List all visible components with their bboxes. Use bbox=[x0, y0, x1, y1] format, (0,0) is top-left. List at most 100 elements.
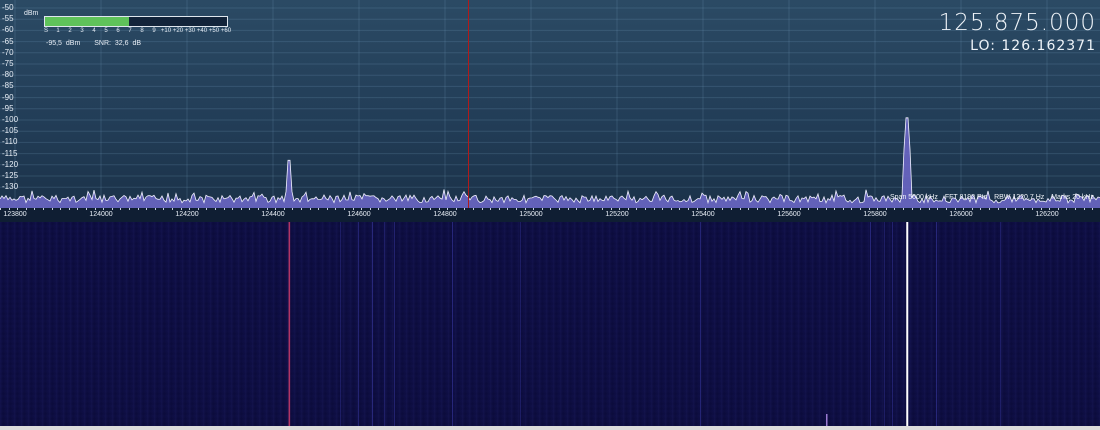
dbm-tick-label: -105 bbox=[2, 126, 19, 136]
waterfall-streak bbox=[340, 222, 341, 426]
minor-tick bbox=[86, 208, 87, 210]
minor-tick bbox=[387, 208, 388, 210]
s-meter-tick: 7 bbox=[128, 28, 132, 34]
minor-tick bbox=[593, 208, 595, 210]
minor-tick bbox=[1040, 208, 1042, 210]
dbm-tick-label: -90 bbox=[2, 92, 14, 102]
lo-display: LO: 126.162371 bbox=[970, 38, 1096, 54]
minor-tick bbox=[997, 208, 999, 210]
s-meter-tick: +40 bbox=[196, 28, 208, 34]
minor-tick bbox=[137, 208, 139, 210]
frequency-tick-label: 126000 bbox=[949, 211, 973, 218]
waterfall-streak bbox=[1000, 222, 1001, 426]
dbm-tick-label: -120 bbox=[2, 159, 19, 169]
minor-tick bbox=[576, 208, 578, 210]
minor-tick bbox=[1014, 208, 1016, 210]
frequency-tick-label: 124000 bbox=[89, 211, 113, 218]
minor-tick bbox=[619, 208, 621, 210]
tuner-marker[interactable] bbox=[468, 0, 469, 208]
s-meter-fill bbox=[45, 17, 129, 26]
s-meter-tick: +30 bbox=[184, 28, 196, 34]
minor-tick bbox=[455, 208, 457, 210]
s-meter-bar bbox=[44, 16, 228, 27]
signal-readout: -95,5 dBm SNR: 32,6 dB bbox=[46, 40, 151, 47]
dbm-tick-label: -115 bbox=[2, 148, 18, 158]
minor-tick bbox=[464, 208, 466, 210]
minor-tick bbox=[928, 208, 930, 210]
waterfall-streak bbox=[394, 222, 395, 426]
minor-tick bbox=[1083, 208, 1085, 210]
fft-info: Span 5000 kHz FFT 8192 Pts RBW 1220,7 Hz… bbox=[885, 194, 1094, 201]
minor-tick bbox=[283, 208, 285, 210]
s-meter-tick: 5 bbox=[104, 28, 108, 34]
waterfall-display[interactable] bbox=[0, 222, 1100, 426]
minor-tick bbox=[756, 208, 758, 210]
minor-tick bbox=[533, 208, 535, 210]
frequency-tick-label: 125800 bbox=[863, 211, 887, 218]
bottom-border bbox=[0, 426, 1100, 430]
spectrum-trace bbox=[0, 117, 1100, 205]
minor-tick bbox=[971, 208, 973, 210]
frequency-tick-label: 124800 bbox=[433, 211, 457, 218]
minor-tick bbox=[670, 208, 672, 210]
waterfall-signal bbox=[288, 222, 291, 426]
minor-tick bbox=[1049, 208, 1051, 210]
frequency-display[interactable]: 125.875.000 bbox=[939, 10, 1096, 36]
s-meter-tick: 6 bbox=[116, 28, 120, 34]
waterfall-streak bbox=[384, 222, 385, 426]
waterfall-streak bbox=[520, 222, 521, 426]
s-meter-tick: S bbox=[43, 28, 49, 34]
waterfall-streak bbox=[372, 222, 373, 426]
snr-value: SNR: 32,6 dB bbox=[94, 40, 142, 47]
frequency-tick-label: 124400 bbox=[261, 211, 285, 218]
minor-tick bbox=[782, 208, 784, 210]
minor-tick bbox=[860, 208, 861, 210]
waterfall-streak bbox=[884, 222, 885, 426]
minor-tick bbox=[808, 208, 810, 210]
frequency-axis[interactable]: 123800 124000 124200 124400 124600 124800 1250… bbox=[0, 208, 1100, 222]
minor-tick bbox=[249, 208, 251, 210]
dbm-tick-label: -80 bbox=[2, 70, 14, 80]
minor-tick bbox=[765, 208, 767, 210]
minor-tick bbox=[842, 208, 844, 210]
minor-tick bbox=[774, 208, 775, 210]
waterfall-lines bbox=[288, 222, 1001, 426]
minor-tick bbox=[473, 208, 474, 210]
minor-tick bbox=[817, 208, 818, 210]
minor-tick bbox=[335, 208, 337, 210]
minor-tick bbox=[51, 208, 53, 210]
s-meter-tick: +50 bbox=[208, 28, 220, 34]
spectrum-panel[interactable]: -50 -55 -60 -65 -70 -75 -80 -85 -90 -95 -100 -105 -1… bbox=[0, 0, 1100, 222]
waterfall-streak bbox=[892, 222, 893, 426]
minor-tick bbox=[0, 208, 1, 210]
minor-tick bbox=[662, 208, 664, 210]
minor-tick bbox=[688, 208, 689, 210]
frequency-tick-label: 125400 bbox=[691, 211, 715, 218]
minor-tick bbox=[989, 208, 990, 210]
minor-tick bbox=[946, 208, 947, 210]
minor-tick bbox=[154, 208, 156, 210]
minor-tick bbox=[369, 208, 371, 210]
minor-tick bbox=[412, 208, 414, 210]
minor-tick bbox=[877, 208, 879, 210]
waterfall-streak bbox=[358, 222, 359, 426]
dbm-tick-label: -65 bbox=[2, 36, 14, 46]
minor-tick bbox=[834, 208, 836, 210]
minor-tick bbox=[645, 208, 646, 210]
minor-tick bbox=[541, 208, 543, 210]
minor-tick bbox=[25, 208, 27, 210]
minor-tick bbox=[885, 208, 887, 210]
waterfall-streak bbox=[452, 222, 453, 426]
s-meter-tick: +10 bbox=[160, 28, 172, 34]
minor-tick bbox=[894, 208, 896, 210]
minor-tick bbox=[8, 208, 10, 210]
frequency-tick-label: 126200 bbox=[1035, 211, 1059, 218]
waterfall-streak bbox=[936, 222, 937, 426]
minor-tick bbox=[627, 208, 629, 210]
dbm-tick-label: -110 bbox=[2, 137, 18, 147]
minor-tick bbox=[550, 208, 552, 210]
minor-tick bbox=[748, 208, 750, 210]
s-meter-tick: +60 bbox=[220, 28, 232, 34]
minor-tick bbox=[43, 208, 44, 210]
minor-tick bbox=[1075, 208, 1076, 210]
